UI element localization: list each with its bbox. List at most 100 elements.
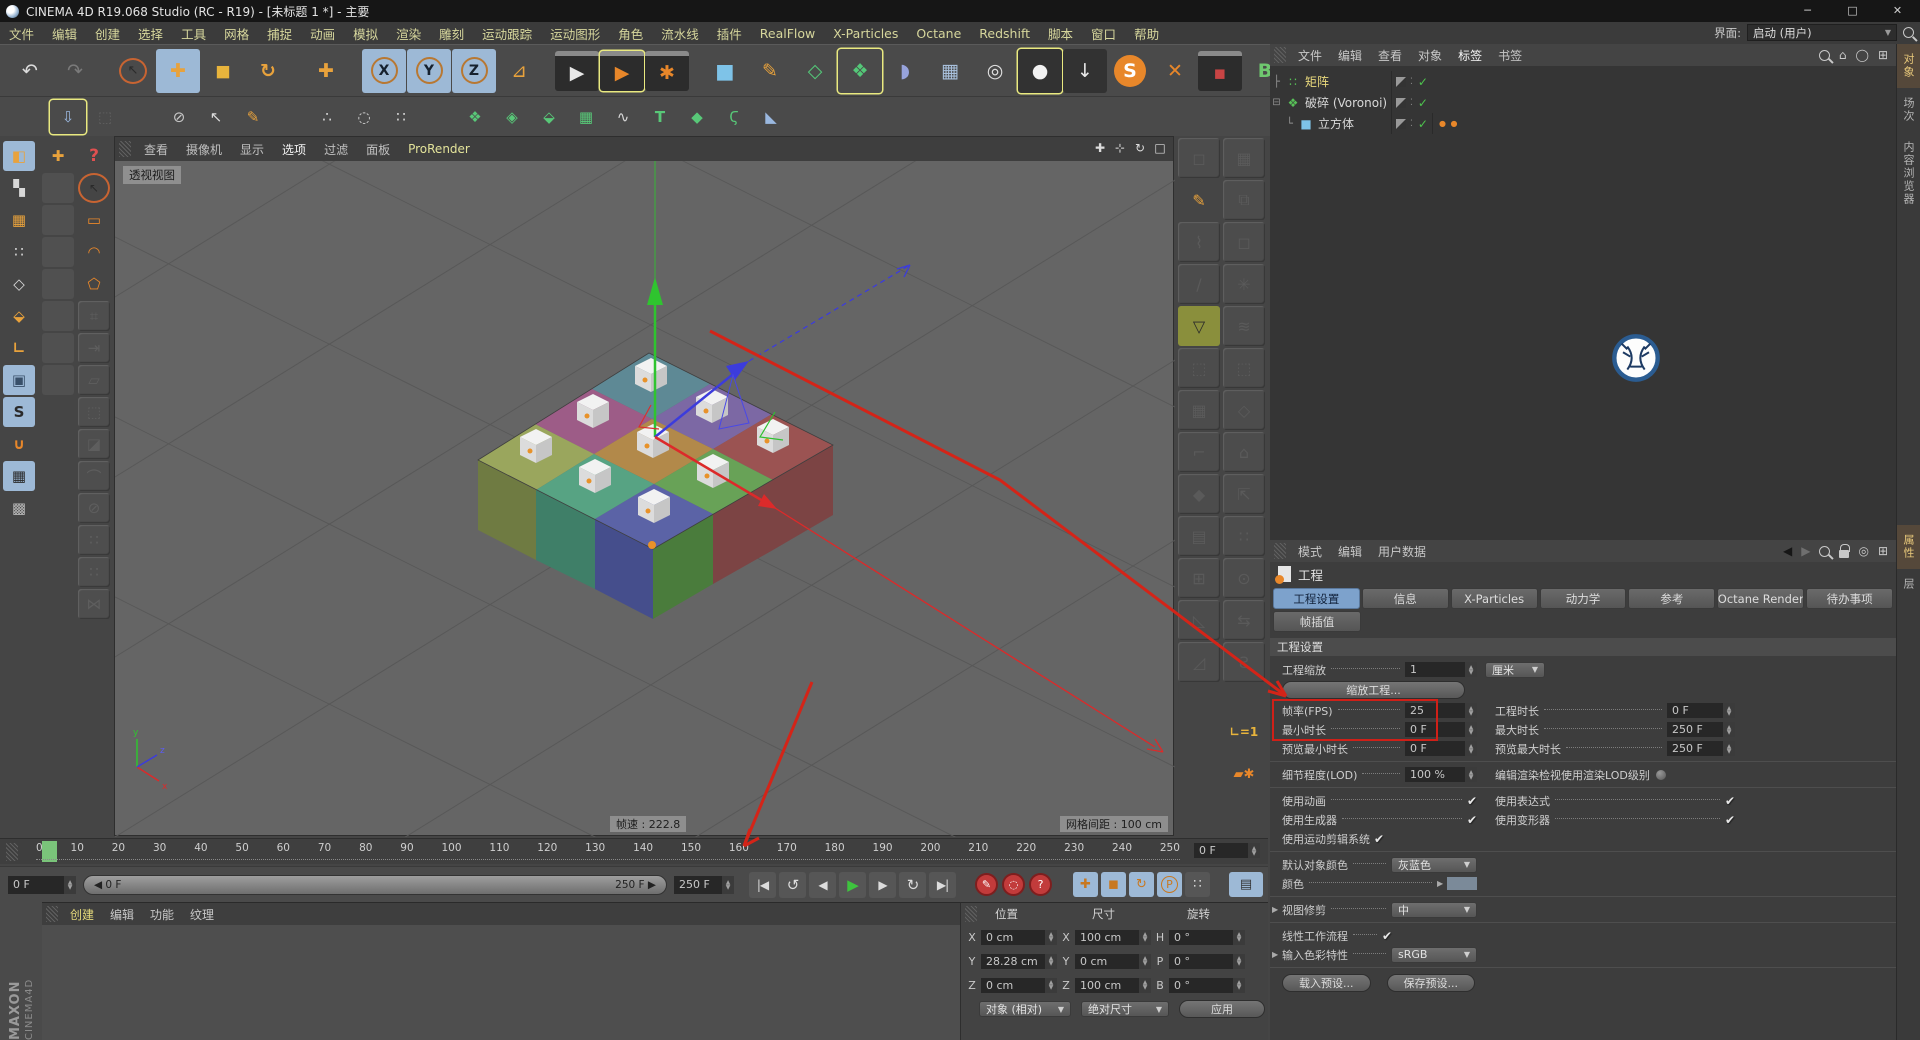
edges-mode-icon[interactable]: ◇	[3, 269, 35, 299]
viewport-menu-item[interactable]: 显示	[231, 141, 273, 158]
load-preset-button[interactable]: 载入预设...	[1282, 974, 1371, 992]
attribute-tab[interactable]: 参考	[1628, 588, 1716, 609]
camera-icon[interactable]: ◎	[973, 49, 1017, 93]
subdivision-surface-icon[interactable]: ◇	[793, 49, 837, 93]
preview-min-field[interactable]: 0 F ▲ ▼	[1405, 741, 1477, 756]
object-manager-menu-item[interactable]: 查看	[1370, 47, 1410, 64]
menu-item[interactable]: Redshift	[970, 26, 1039, 41]
object-manager-menu-item[interactable]: 书签	[1490, 47, 1530, 64]
separator[interactable]	[690, 49, 702, 93]
spline-swirl-icon[interactable]: Ϛ	[716, 100, 752, 134]
separator[interactable]	[291, 49, 303, 93]
motion-clip-icon[interactable]: ▪	[1198, 50, 1242, 91]
panel-tab[interactable]: 对象	[1897, 44, 1920, 88]
separator[interactable]	[349, 49, 361, 93]
position-x-field[interactable]: 0 cm ▲ ▼	[981, 929, 1057, 945]
attribute-menu-item[interactable]: 模式	[1290, 543, 1330, 560]
max-time-field[interactable]: 250 F ▲ ▼	[1667, 722, 1735, 737]
weld-icon[interactable]: ▦	[1178, 390, 1220, 430]
stitch-icon[interactable]: ⌐	[1178, 432, 1220, 472]
lock-z-axis-icon[interactable]: Z	[452, 48, 496, 93]
separator[interactable]	[124, 100, 160, 134]
view-clipping-dropdown[interactable]: 中 ▼	[1391, 901, 1477, 918]
menu-item[interactable]: 渲染	[387, 24, 430, 43]
dots-b-icon[interactable]: ∷	[78, 557, 110, 587]
menu-item[interactable]: 模拟	[344, 24, 387, 43]
position-z-field[interactable]: 0 cm ▲ ▼	[981, 977, 1057, 993]
panel-tab[interactable]: 层	[1897, 569, 1920, 600]
search-icon[interactable]	[1818, 49, 1830, 61]
panel-tab[interactable]: 场次	[1897, 88, 1920, 132]
use-generators-checkbox[interactable]: ✔	[1467, 813, 1477, 827]
menu-item[interactable]: 运动跟踪	[473, 24, 541, 43]
timeline-range-slider[interactable]: ◀ 0 F 250 F ▶	[83, 874, 667, 895]
attribute-tab[interactable]: 工程设置	[1273, 588, 1360, 609]
box-cut-icon[interactable]: ⬚	[1178, 348, 1220, 388]
linear-workflow-checkbox[interactable]: ✔	[1382, 929, 1392, 943]
history-back-icon[interactable]: ◀	[1783, 544, 1792, 558]
previous-frame-icon[interactable]: ◀	[809, 871, 836, 898]
poly-select-icon[interactable]: ⬠	[78, 269, 110, 299]
close-hole-icon[interactable]: ⋈	[78, 589, 110, 619]
dots-a-icon[interactable]: ∷	[78, 525, 110, 555]
make-editable-icon[interactable]: ◧	[3, 141, 35, 171]
color-swatch[interactable]	[1447, 877, 1477, 890]
object-tags[interactable]: ● ●	[1431, 113, 1459, 134]
viewport-solo-icon[interactable]: ▣	[3, 365, 35, 395]
size-z-field[interactable]: 100 cm ▲ ▼	[1075, 977, 1151, 993]
sky-icon[interactable]: S	[1108, 49, 1152, 93]
next-key-icon[interactable]: ↻	[899, 871, 926, 898]
menu-item[interactable]: 脚本	[1039, 24, 1082, 43]
record-position-icon[interactable]: ✚	[1073, 872, 1098, 897]
snap-icon[interactable]: S	[3, 397, 35, 427]
polygon-pen-icon[interactable]: ⊘	[78, 493, 110, 523]
points-circle-icon[interactable]: ◌	[346, 100, 382, 134]
bridge-icon[interactable]: ⌒	[78, 461, 110, 491]
pan-view-icon[interactable]: ✚	[1091, 138, 1109, 158]
end-frame-field[interactable]: 250 F ▲ ▼	[674, 875, 734, 894]
size-x-field[interactable]: 100 cm ▲ ▼	[1075, 929, 1151, 945]
record-parameter-icon[interactable]: P	[1157, 872, 1182, 897]
section-header[interactable]: 工程设置	[1270, 638, 1896, 656]
keyframe-selection-icon[interactable]: ?	[1029, 873, 1052, 896]
menu-item[interactable]: RealFlow	[751, 26, 824, 41]
explode-icon[interactable]: ✳	[1223, 264, 1265, 304]
expand-arrow-icon[interactable]: ▶	[1272, 950, 1282, 959]
size-mode-dropdown[interactable]: 绝对尺寸 ▼	[1081, 1001, 1169, 1017]
attribute-tab[interactable]: 动力学	[1539, 588, 1627, 609]
menu-item[interactable]: Octane	[907, 26, 970, 41]
perspective-viewport[interactable]: y x z 查看 摄像机 显示 选项 过滤 面板 ProRender ✚ ⊹ ↻ □ 透视视图 帧…	[114, 0, 1176, 1040]
optimize-icon[interactable]: ⬚	[1223, 348, 1265, 388]
move-tool-icon[interactable]: ✚	[42, 141, 74, 171]
fps-field[interactable]: 25 ▲ ▼	[1405, 703, 1477, 718]
menu-item[interactable]: 帮助	[1125, 24, 1168, 43]
viewport-menu-item[interactable]: ProRender	[399, 142, 479, 156]
melt-icon[interactable]: ≋	[1223, 306, 1265, 346]
undo-icon[interactable]: ↶	[8, 49, 52, 93]
set-point-icon[interactable]: ⊙	[1223, 558, 1265, 598]
home-icon[interactable]: ⌂	[1839, 48, 1847, 62]
iron-icon[interactable]: ▤	[1178, 516, 1220, 556]
attribute-menu-item[interactable]: 编辑	[1330, 543, 1370, 560]
expand-arrow-icon[interactable]: ▶	[1437, 879, 1447, 888]
panel-tab[interactable]: 内容浏览器	[1897, 132, 1920, 215]
empty-cell[interactable]	[42, 173, 74, 203]
object-manager-menu-item[interactable]: 对象	[1410, 47, 1450, 64]
material-menu-item[interactable]: 编辑	[102, 906, 142, 923]
extrude-icon[interactable]: ▱	[78, 365, 110, 395]
pen-tool-icon[interactable]: ✎	[1178, 180, 1220, 220]
attribute-tab[interactable]: 信息	[1361, 588, 1449, 609]
object-manager-menu-item[interactable]: 文件	[1290, 47, 1330, 64]
filter-icon[interactable]: ◯	[1856, 48, 1869, 62]
previous-key-icon[interactable]: ↺	[779, 871, 806, 898]
redo-icon[interactable]: ↷	[53, 49, 97, 93]
fracture-cube-icon[interactable]: ⬙	[531, 100, 567, 134]
position-y-field[interactable]: 28.28 cm ▲ ▼	[981, 953, 1057, 969]
empty-cell[interactable]	[42, 301, 74, 331]
model-mode-icon[interactable]: ▚	[3, 173, 35, 203]
menu-item[interactable]: 工具	[172, 24, 215, 43]
object-axis-settings-icon[interactable]: ▰✱	[1223, 754, 1265, 794]
zoom-view-icon[interactable]: ⊹	[1111, 138, 1129, 158]
min-time-field[interactable]: 0 F ▲ ▼	[1405, 722, 1477, 737]
empty-cell[interactable]	[42, 269, 74, 299]
